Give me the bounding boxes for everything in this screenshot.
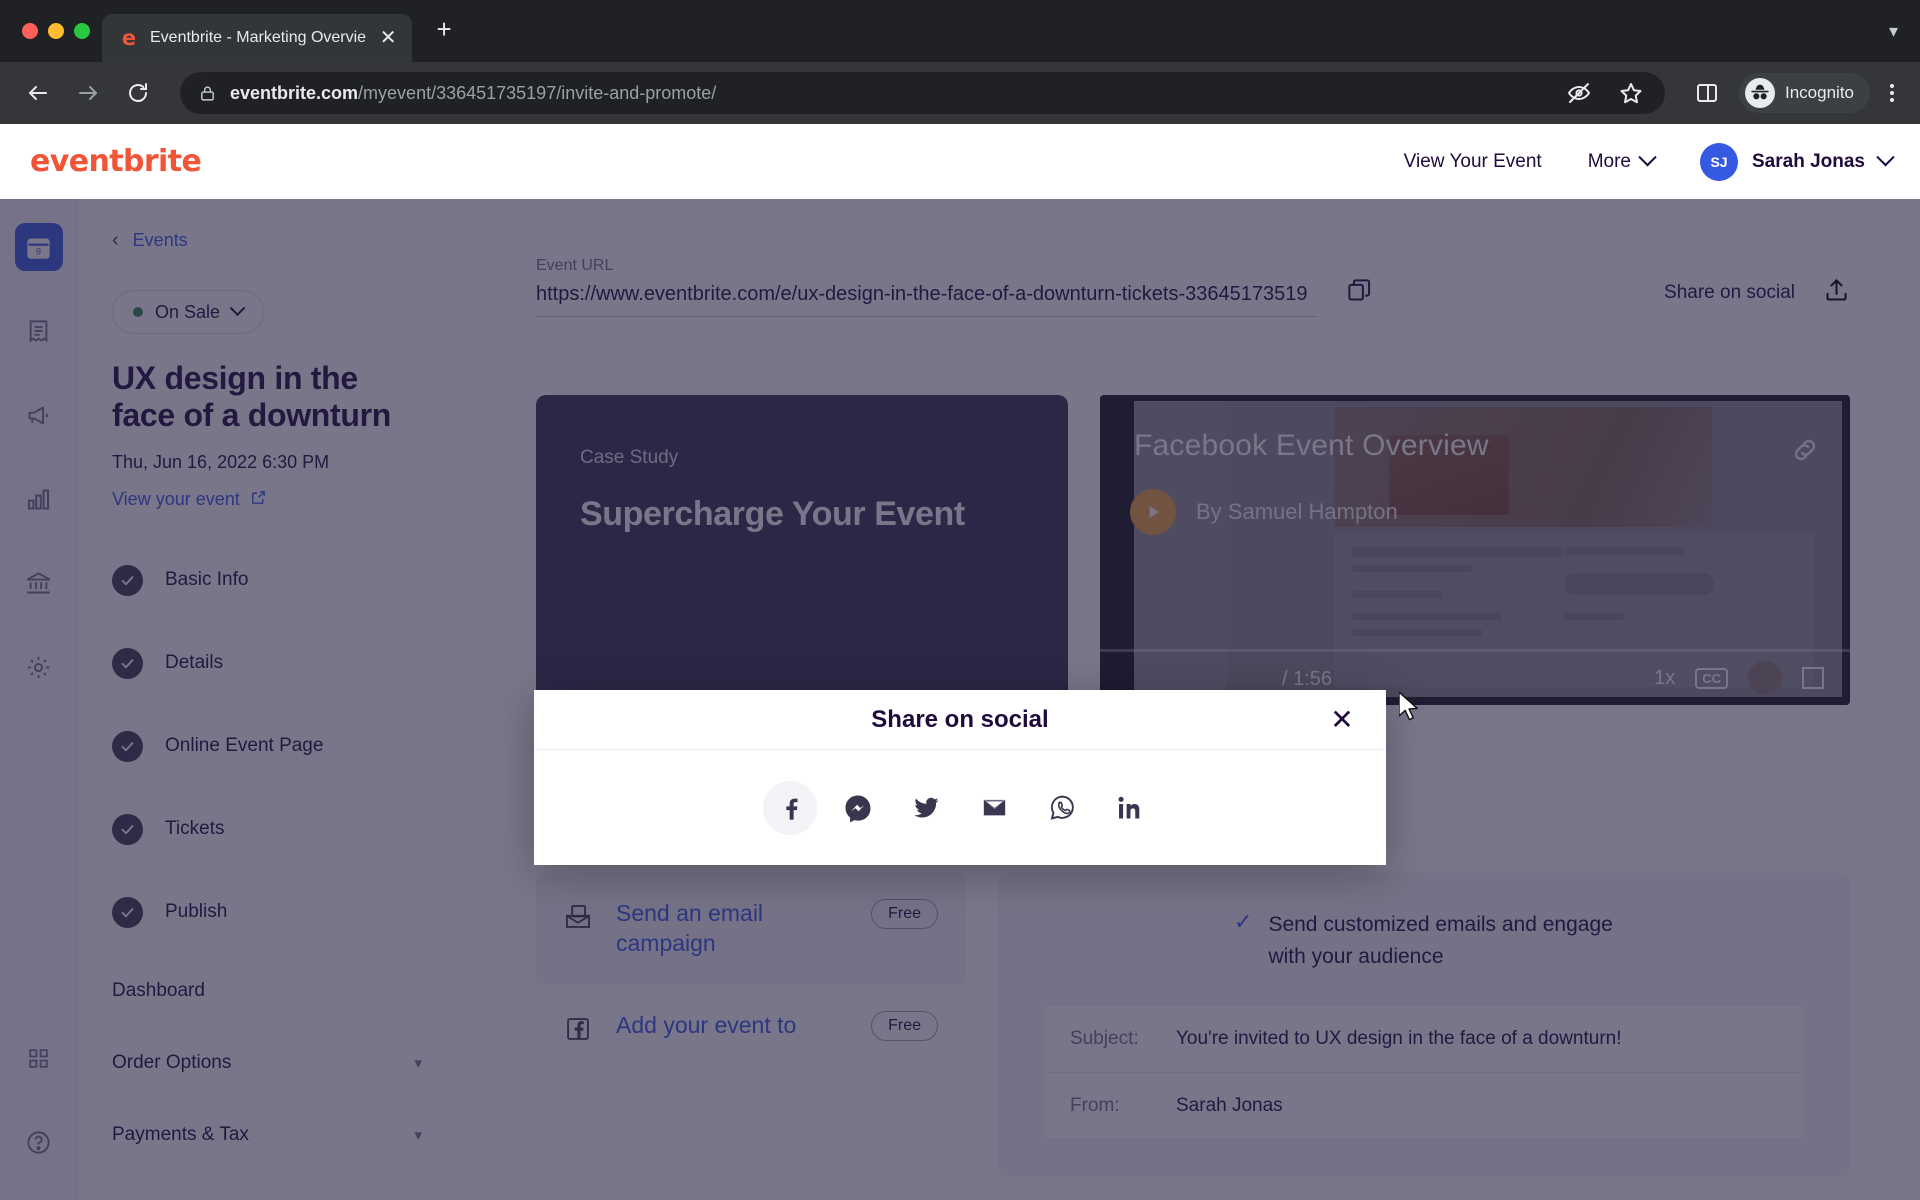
- twitter-icon[interactable]: [899, 781, 953, 835]
- incognito-icon: [1745, 78, 1775, 108]
- whatsapp-icon[interactable]: [1035, 781, 1089, 835]
- modal-title: Share on social: [871, 705, 1049, 733]
- eventbrite-favicon-icon: e: [121, 25, 137, 50]
- mouse-cursor: [1398, 691, 1425, 731]
- browser-window: e Eventbrite - Marketing Overvie ✕ + ▾ e…: [0, 0, 1920, 1200]
- window-traffic-lights: [16, 0, 102, 62]
- modal-body: [534, 750, 1386, 865]
- chevron-down-icon: [1638, 148, 1657, 167]
- back-arrow-icon[interactable]: [20, 75, 56, 111]
- maximize-window-button[interactable]: [74, 23, 90, 39]
- eye-off-icon[interactable]: [1561, 75, 1597, 111]
- tab-title: Eventbrite - Marketing Overvie: [150, 29, 367, 46]
- avatar: SJ: [1700, 142, 1738, 181]
- tab-strip: e Eventbrite - Marketing Overvie ✕ + ▾: [0, 0, 1920, 62]
- messenger-icon[interactable]: [831, 781, 885, 835]
- more-menu-button[interactable]: More: [1587, 148, 1657, 173]
- linkedin-icon[interactable]: [1103, 781, 1157, 835]
- address-bar-actions: [1561, 75, 1649, 111]
- address-bar-url: eventbrite.com/myevent/336451735197/invi…: [230, 83, 716, 104]
- close-window-button[interactable]: [22, 23, 38, 39]
- close-icon[interactable]: ✕: [376, 26, 400, 50]
- eventbrite-logo[interactable]: eventbrite: [30, 144, 202, 179]
- modal-header: Share on social ✕: [534, 690, 1386, 750]
- share-on-social-modal: Share on social ✕: [534, 690, 1386, 865]
- page-viewport: eventbrite View Your Event More SJ Sarah…: [0, 124, 1920, 1200]
- incognito-label: Incognito: [1785, 83, 1854, 102]
- chevron-down-icon: [1876, 148, 1895, 167]
- address-bar[interactable]: eventbrite.com/myevent/336451735197/invi…: [180, 72, 1665, 114]
- email-icon[interactable]: [967, 781, 1021, 835]
- user-name: Sarah Jonas: [1752, 150, 1865, 172]
- address-bar-domain: eventbrite.com: [230, 82, 359, 103]
- browser-toolbar: eventbrite.com/myevent/336451735197/invi…: [0, 62, 1920, 124]
- incognito-profile-button[interactable]: Incognito: [1739, 73, 1870, 113]
- forward-arrow-icon[interactable]: [70, 75, 106, 111]
- eventbrite-header: eventbrite View Your Event More SJ Sarah…: [0, 124, 1920, 199]
- tab-strip-right: ▾: [1889, 0, 1920, 62]
- lock-icon: [196, 75, 218, 111]
- side-panel-icon[interactable]: [1689, 75, 1725, 111]
- user-menu-button[interactable]: SJ Sarah Jonas: [1700, 142, 1895, 181]
- header-nav: View Your Event More SJ Sarah Jonas: [1404, 142, 1895, 181]
- facebook-icon[interactable]: [763, 780, 817, 835]
- browser-tab[interactable]: e Eventbrite - Marketing Overvie ✕: [102, 14, 413, 62]
- new-tab-button[interactable]: +: [424, 9, 464, 49]
- more-menu-label: More: [1587, 150, 1631, 172]
- address-bar-path: /myevent/336451735197/invite-and-promote…: [358, 82, 717, 103]
- reload-icon[interactable]: [120, 75, 156, 111]
- minimize-window-button[interactable]: [48, 23, 64, 39]
- close-icon[interactable]: ✕: [1326, 704, 1358, 736]
- star-icon[interactable]: [1613, 75, 1649, 111]
- three-dot-menu-icon[interactable]: [1884, 84, 1900, 102]
- view-your-event-link[interactable]: View Your Event: [1404, 151, 1542, 173]
- chevron-down-icon[interactable]: ▾: [1889, 21, 1898, 42]
